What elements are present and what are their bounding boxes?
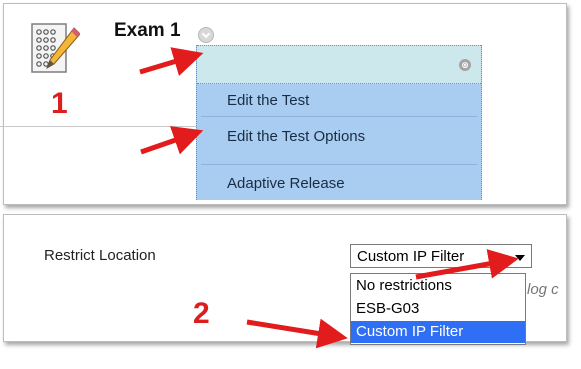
obscured-text: log c: [527, 281, 559, 298]
menu-item-edit-test[interactable]: Edit the Test: [227, 92, 309, 109]
menu-separator: [201, 116, 477, 117]
context-menu-header: ⊗: [197, 45, 481, 84]
menu-item-edit-test-options[interactable]: Edit the Test Options: [227, 128, 365, 145]
select-value: Custom IP Filter: [357, 248, 465, 265]
option-custom-ip-filter[interactable]: Custom IP Filter: [351, 321, 525, 343]
restrict-location-label: Restrict Location: [44, 247, 156, 264]
close-icon[interactable]: ⊗: [459, 59, 471, 71]
divider: [0, 126, 196, 127]
chevron-down-icon[interactable]: [198, 27, 214, 43]
menu-separator: [201, 164, 477, 165]
step-number-2: 2: [193, 297, 210, 330]
dropdown-caret-icon[interactable]: [515, 255, 525, 261]
exam-title[interactable]: Exam 1: [114, 20, 181, 42]
option-no-restrictions[interactable]: No restrictions: [351, 275, 525, 297]
menu-item-adaptive-release[interactable]: Adaptive Release: [227, 175, 345, 192]
step-number-1: 1: [51, 87, 68, 120]
context-menu: ⊗ Edit the Test Edit the Test Options Ad…: [196, 45, 482, 200]
test-sheet-pencil-icon[interactable]: [28, 20, 80, 78]
restrict-location-options: No restrictions ESB-G03 Custom IP Filter: [350, 273, 526, 345]
option-esb-g03[interactable]: ESB-G03: [351, 298, 525, 320]
restrict-location-select[interactable]: Custom IP Filter: [350, 244, 532, 268]
